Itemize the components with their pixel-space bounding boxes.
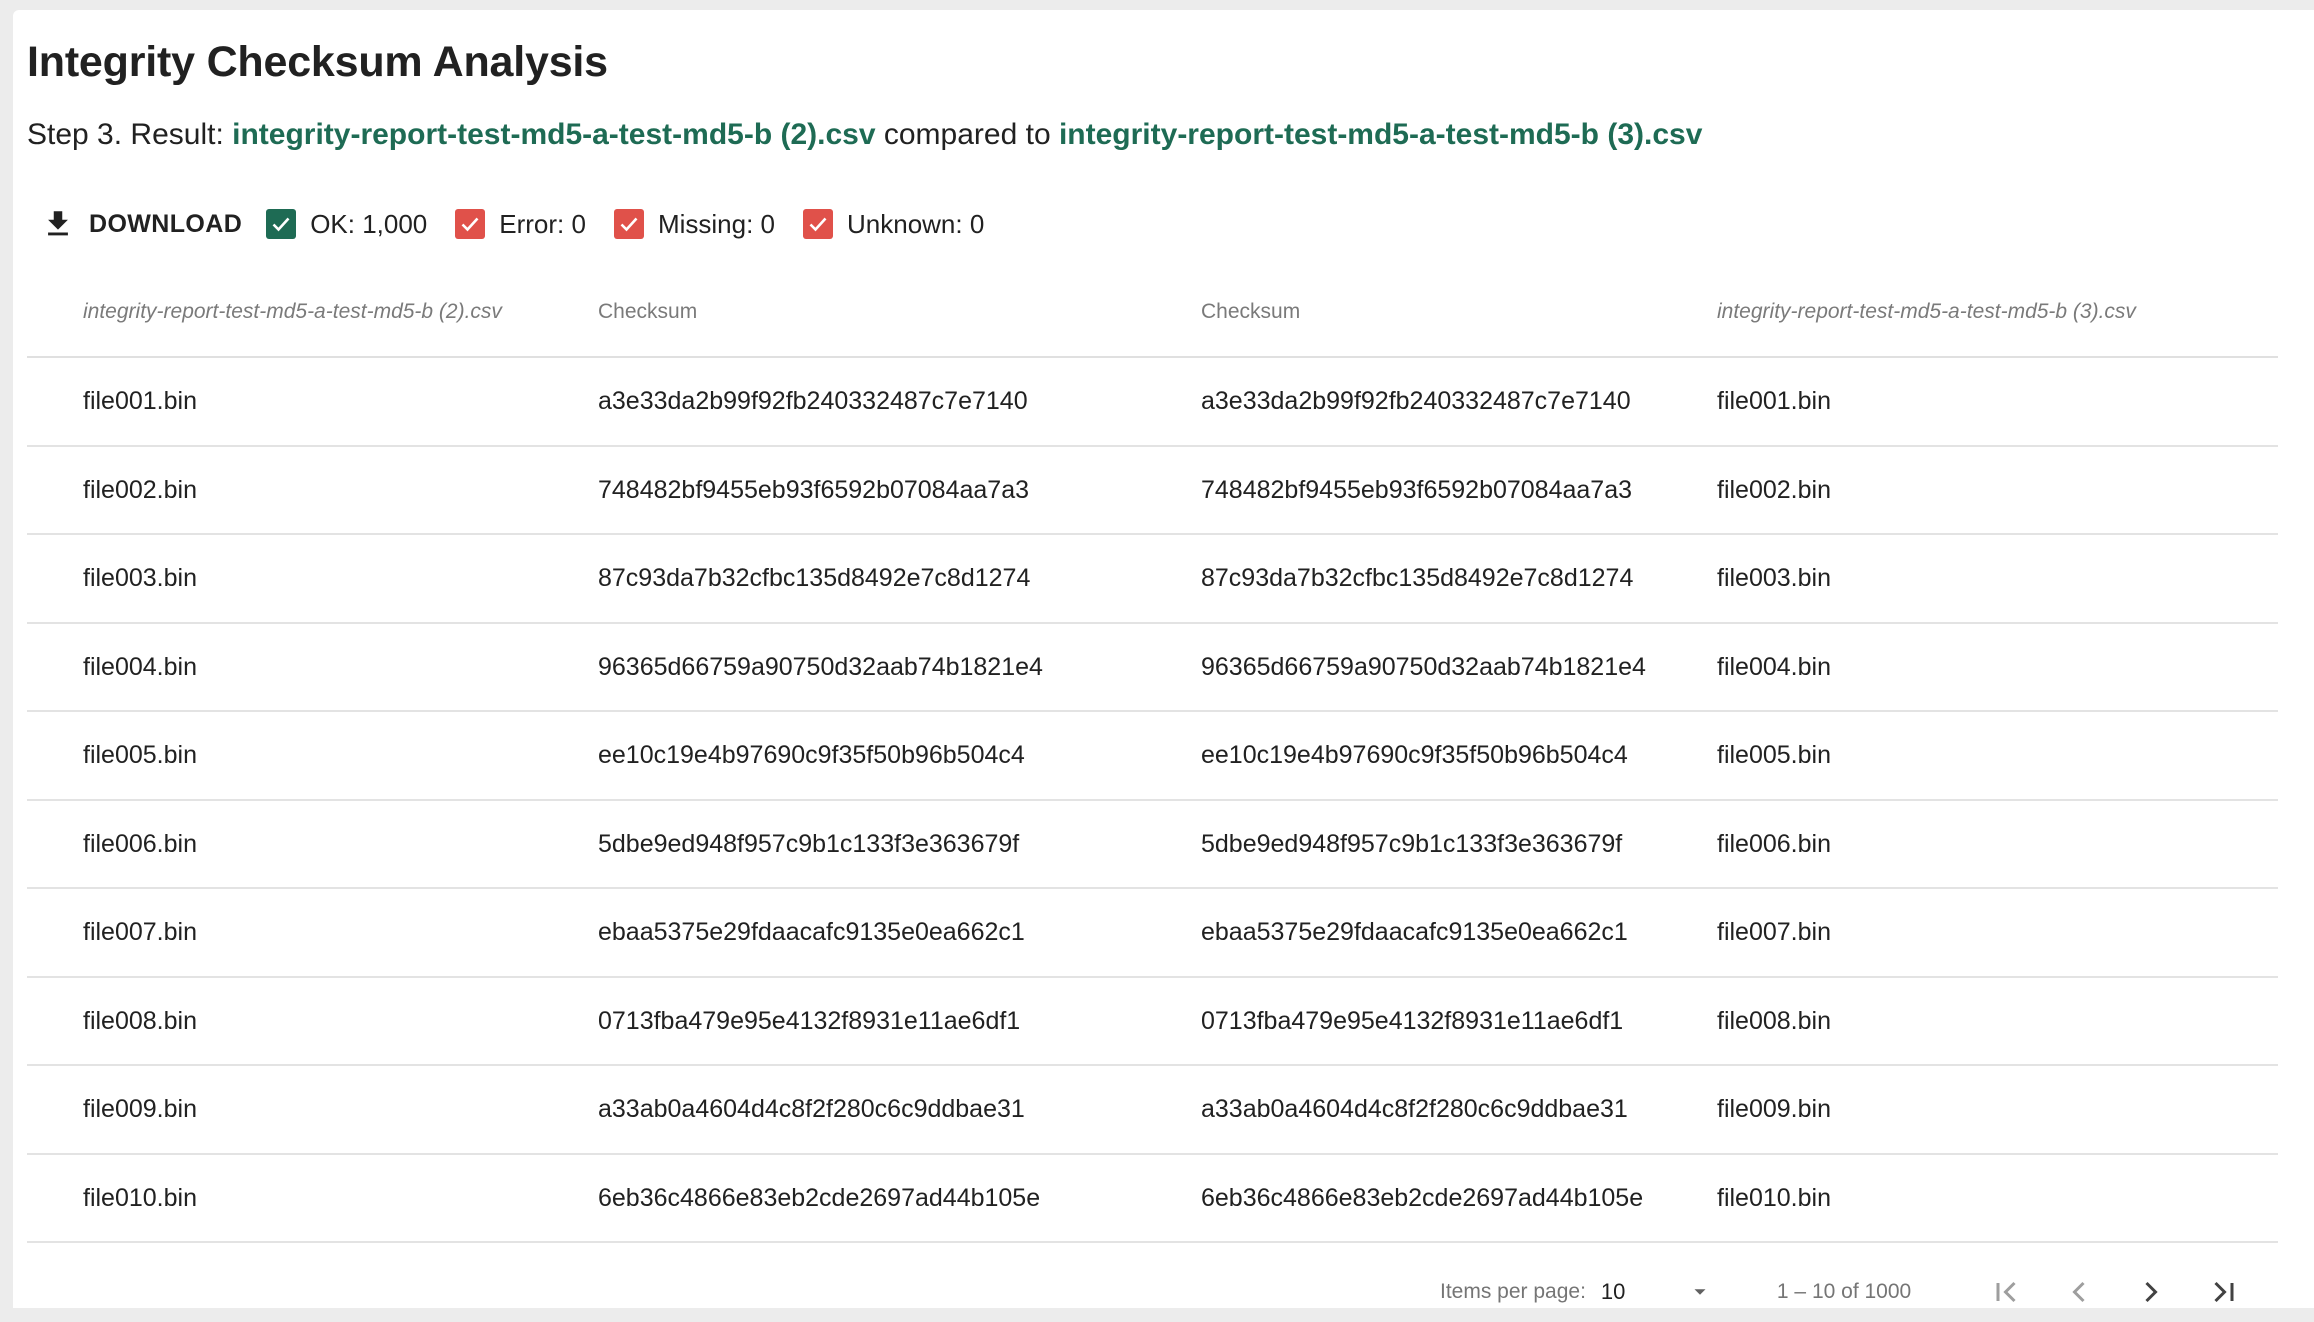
- download-icon: [41, 207, 75, 241]
- check-icon: [461, 217, 479, 232]
- check-icon: [809, 217, 827, 232]
- cell-file-a: file001.bin: [83, 387, 197, 415]
- cell-file-b: file001.bin: [1717, 387, 1831, 415]
- cell-file-b: file010.bin: [1717, 1183, 1831, 1212]
- chevron-left-icon: [2072, 1281, 2085, 1303]
- table-row: file010.bin 6eb36c4866e83eb2cde2697ad44b…: [27, 1155, 2278, 1243]
- cell-checksum-b: 5dbe9ed948f957c9b1c133f3e363679f: [1201, 829, 1623, 858]
- file-a-link[interactable]: integrity-report-test-md5-a-test-md5-b (…: [232, 118, 875, 151]
- cell-checksum-b: ee10c19e4b97690c9f35f50b96b504c4: [1201, 741, 1628, 769]
- result-subtitle: Step 3. Result: integrity-report-test-md…: [27, 118, 1702, 152]
- table-row: file003.bin 87c93da7b32cfbc135d8492e7c8d…: [27, 535, 2278, 624]
- cell-file-a: file007.bin: [83, 918, 197, 946]
- subtitle-prefix: Step 3. Result:: [27, 118, 233, 151]
- cell-file-a: file002.bin: [83, 475, 197, 504]
- cell-checksum-b: 87c93da7b32cfbc135d8492e7c8d1274: [1201, 564, 1634, 592]
- cell-checksum-a: 6eb36c4866e83eb2cde2697ad44b105e: [598, 1183, 1041, 1212]
- cell-checksum-a: ee10c19e4b97690c9f35f50b96b504c4: [598, 741, 1025, 769]
- header-file-b[interactable]: integrity-report-test-md5-a-test-md5-b (…: [1717, 268, 2136, 356]
- cell-checksum-b: a33ab0a4604d4c8f2f280c6c9ddbae31: [1201, 1095, 1628, 1123]
- paginator: Items per page: 10 1 – 10 of 1000: [1440, 1262, 2259, 1322]
- download-button[interactable]: DOWNLOAD: [27, 200, 252, 248]
- table-row: file005.bin ee10c19e4b97690c9f35f50b96b5…: [27, 712, 2278, 801]
- cell-checksum-a: 748482bf9455eb93f6592b07084aa7a3: [598, 475, 1030, 504]
- chevron-right-icon: [2145, 1281, 2158, 1303]
- cell-file-a: file003.bin: [83, 564, 197, 592]
- cell-checksum-a: 96365d66759a90750d32aab74b1821e4: [598, 652, 1043, 681]
- cell-checksum-a: 0713fba479e95e4132f8931e11ae6df1: [598, 1006, 1021, 1035]
- check-icon: [272, 217, 290, 232]
- next-page-button[interactable]: [2115, 1262, 2187, 1322]
- missing-filter-label: Missing: 0: [657, 208, 775, 239]
- cell-file-a: file006.bin: [83, 829, 197, 858]
- cell-file-a: file009.bin: [83, 1095, 197, 1123]
- cell-file-b: file005.bin: [1717, 741, 1831, 769]
- cell-checksum-b: a3e33da2b99f92fb240332487c7e7140: [1201, 387, 1631, 415]
- cell-file-b: file003.bin: [1717, 564, 1831, 592]
- cell-checksum-b: ebaa5375e29fdaacafc9135e0ea662c1: [1201, 918, 1628, 946]
- last-page-button[interactable]: [2187, 1262, 2259, 1322]
- toolbar: DOWNLOAD OK: 1,000 Error: 0 Missing: 0 U…: [27, 200, 998, 248]
- cell-file-b: file008.bin: [1717, 1006, 1831, 1035]
- filter-ok[interactable]: OK: 1,000: [266, 209, 427, 240]
- cell-file-b: file009.bin: [1717, 1095, 1831, 1123]
- subtitle-middle: compared to: [875, 118, 1059, 151]
- table-row: file009.bin a33ab0a4604d4c8f2f280c6c9ddb…: [27, 1066, 2278, 1155]
- file-b-link[interactable]: integrity-report-test-md5-a-test-md5-b (…: [1059, 118, 1702, 151]
- missing-checkbox[interactable]: [613, 209, 644, 239]
- dropdown-arrow-icon: [1694, 1289, 1706, 1295]
- ok-checkbox[interactable]: [266, 209, 297, 239]
- previous-page-button[interactable]: [2043, 1262, 2115, 1322]
- filter-missing[interactable]: Missing: 0: [613, 208, 775, 240]
- page-size-value: 10: [1600, 1279, 1626, 1304]
- filter-unknown[interactable]: Unknown: 0: [803, 209, 984, 240]
- cell-checksum-a: a3e33da2b99f92fb240332487c7e7140: [598, 387, 1028, 415]
- filter-error[interactable]: Error: 0: [455, 209, 586, 240]
- cell-file-b: file004.bin: [1717, 652, 1831, 681]
- check-icon: [620, 217, 638, 232]
- error-checkbox[interactable]: [455, 209, 486, 239]
- table-row: file007.bin ebaa5375e29fdaacafc9135e0ea6…: [27, 889, 2278, 978]
- header-checksum-b[interactable]: Checksum: [1201, 268, 1300, 356]
- last-page-icon: [2214, 1281, 2234, 1303]
- range-label: 1 – 10 of 1000: [1776, 1280, 1912, 1303]
- cell-checksum-a: a33ab0a4604d4c8f2f280c6c9ddbae31: [598, 1095, 1025, 1123]
- first-page-icon: [1996, 1281, 2016, 1303]
- cell-file-a: file008.bin: [83, 1006, 197, 1035]
- table-row: file008.bin 0713fba479e95e4132f8931e11ae…: [27, 978, 2278, 1066]
- table-row: file002.bin 748482bf9455eb93f6592b07084a…: [27, 447, 2278, 535]
- unknown-checkbox[interactable]: [803, 209, 833, 239]
- download-label: DOWNLOAD: [89, 209, 243, 238]
- unknown-filter-label: Unknown: 0: [847, 208, 985, 239]
- cell-checksum-b: 748482bf9455eb93f6592b07084aa7a3: [1201, 475, 1633, 504]
- cell-checksum-a: 5dbe9ed948f957c9b1c133f3e363679f: [598, 829, 1020, 858]
- header-file-a[interactable]: integrity-report-test-md5-a-test-md5-b (…: [83, 268, 502, 356]
- cell-checksum-a: ebaa5375e29fdaacafc9135e0ea662c1: [598, 918, 1025, 946]
- header-checksum-a[interactable]: Checksum: [598, 268, 697, 356]
- table-row: file006.bin 5dbe9ed948f957c9b1c133f3e363…: [27, 801, 2278, 889]
- comparison-table: integrity-report-test-md5-a-test-md5-b (…: [27, 268, 2278, 1243]
- cell-file-a: file010.bin: [83, 1183, 197, 1212]
- page-size-select[interactable]: 10: [1601, 1279, 1711, 1305]
- cell-checksum-a: 87c93da7b32cfbc135d8492e7c8d1274: [598, 564, 1031, 592]
- cell-file-b: file006.bin: [1717, 829, 1831, 858]
- items-per-page-label: Items per page:: [1440, 1280, 1586, 1303]
- cell-file-a: file004.bin: [83, 652, 197, 681]
- page-title: Integrity Checksum Analysis: [27, 38, 608, 86]
- ok-filter-label: OK: 1,000: [310, 208, 428, 239]
- cell-file-a: file005.bin: [83, 741, 197, 769]
- cell-file-b: file007.bin: [1717, 918, 1831, 946]
- error-filter-label: Error: 0: [499, 208, 586, 239]
- cell-checksum-b: 0713fba479e95e4132f8931e11ae6df1: [1201, 1006, 1624, 1035]
- table-row: file001.bin a3e33da2b99f92fb240332487c7e…: [27, 358, 2278, 447]
- table-row: file004.bin 96365d66759a90750d32aab74b18…: [27, 624, 2278, 712]
- cell-checksum-b: 6eb36c4866e83eb2cde2697ad44b105e: [1201, 1183, 1644, 1212]
- cell-file-b: file002.bin: [1717, 475, 1831, 504]
- first-page-button[interactable]: [1971, 1262, 2043, 1322]
- cell-checksum-b: 96365d66759a90750d32aab74b1821e4: [1201, 652, 1646, 681]
- table-header: integrity-report-test-md5-a-test-md5-b (…: [27, 268, 2278, 358]
